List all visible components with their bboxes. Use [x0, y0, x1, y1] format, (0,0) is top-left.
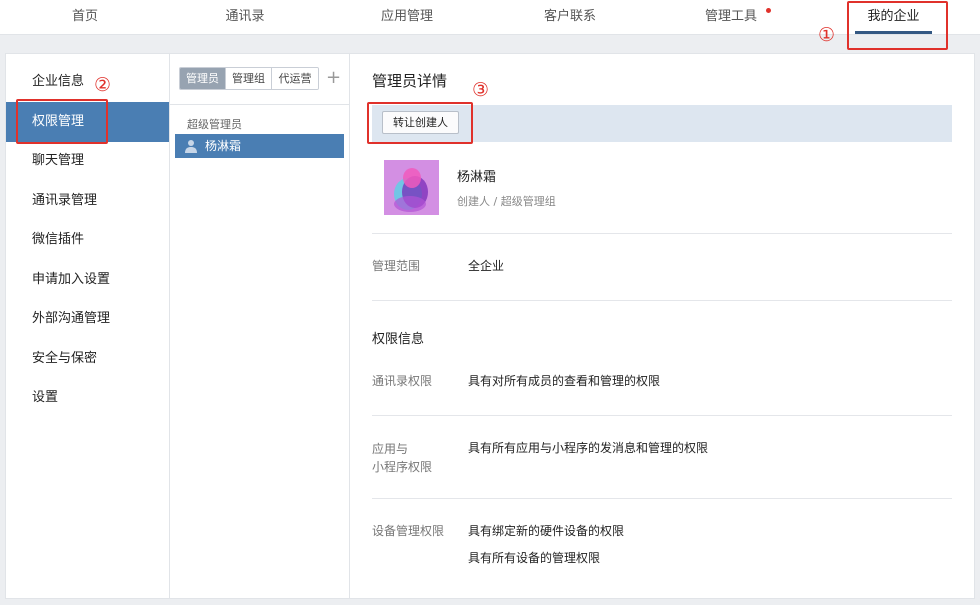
- user-role: 创建人 / 超级管理组: [457, 195, 556, 208]
- user-name: 杨淋霜: [457, 170, 497, 185]
- menu-item-chat-management[interactable]: 聊天管理: [6, 141, 169, 181]
- annotation-number-1: ①: [818, 24, 836, 46]
- permission-label-contacts: 通讯录权限: [372, 374, 433, 388]
- divider: [372, 498, 952, 499]
- admin-name: 杨淋霜: [205, 139, 242, 153]
- scope-value: 全企业: [468, 259, 505, 273]
- permission-label-devices: 设备管理权限: [372, 524, 445, 538]
- menu-item-permission-management[interactable]: 权限管理: [6, 102, 169, 142]
- menu-item-enterprise-info[interactable]: 企业信息: [6, 62, 169, 102]
- permission-value-contacts: 具有对所有成员的查看和管理的权限: [468, 374, 661, 388]
- nav-management-tools-label: 管理工具: [704, 9, 757, 24]
- permission-value-apps: 具有所有应用与小程序的发消息和管理的权限: [468, 441, 709, 455]
- permissions-title: 权限信息: [372, 332, 425, 347]
- divider: [372, 233, 952, 234]
- admin-detail-panel: 管理员详情 转让创建人 杨淋霜 创建人 / 超级管理组 管理范围 全企业 权限信…: [350, 54, 974, 598]
- add-icon[interactable]: +: [326, 67, 341, 88]
- permission-value-devices-bind: 具有绑定新的硬件设备的权限: [468, 524, 625, 538]
- divider: [372, 415, 952, 416]
- divider: [170, 104, 349, 105]
- avatar: [384, 160, 439, 215]
- divider: [372, 300, 952, 301]
- group-label-super-admin: 超级管理员: [187, 118, 242, 131]
- permission-label-apps-line1: 应用与: [372, 442, 409, 456]
- permission-label-apps-line2: 小程序权限: [372, 460, 433, 474]
- permission-value-devices-manage: 具有所有设备的管理权限: [468, 551, 601, 565]
- admin-tabs: 管理员 管理组 代运营: [179, 67, 319, 90]
- nav-customer-contact[interactable]: 客户联系: [535, 0, 605, 35]
- page-title: 管理员详情: [372, 72, 448, 90]
- nav-home[interactable]: 首页: [55, 0, 115, 35]
- main-card: 企业信息 权限管理 聊天管理 通讯录管理 微信插件 申请加入设置 外部沟通管理 …: [5, 53, 975, 599]
- transfer-creator-button[interactable]: 转让创建人: [382, 111, 459, 134]
- nav-active-underline: [855, 31, 932, 34]
- annotation-number-2: ②: [94, 74, 112, 96]
- menu-item-wechat-plugin[interactable]: 微信插件: [6, 220, 169, 260]
- annotation-number-3: ③: [472, 79, 490, 101]
- notification-dot-icon: [766, 8, 771, 13]
- person-icon: [185, 140, 197, 153]
- list-item-admin[interactable]: 杨淋霜: [175, 134, 344, 158]
- scope-label: 管理范围: [372, 259, 421, 273]
- detail-toolbar: 转让创建人: [372, 105, 952, 142]
- menu-item-contacts-management[interactable]: 通讯录管理: [6, 181, 169, 221]
- menu-item-join-settings[interactable]: 申请加入设置: [6, 260, 169, 300]
- nav-contacts[interactable]: 通讯录: [213, 0, 277, 35]
- menu-item-external-communication[interactable]: 外部沟通管理: [6, 299, 169, 339]
- menu-item-security[interactable]: 安全与保密: [6, 339, 169, 379]
- nav-my-enterprise[interactable]: 我的企业: [857, 0, 930, 35]
- tab-admin-groups[interactable]: 管理组: [226, 68, 272, 89]
- avatar-image-icon: [384, 160, 439, 215]
- tab-admins[interactable]: 管理员: [180, 68, 226, 89]
- tab-operators[interactable]: 代运营: [272, 68, 318, 89]
- menu-item-settings[interactable]: 设置: [6, 378, 169, 418]
- admin-list-panel: 管理员 管理组 代运营 + 超级管理员 杨淋霜: [170, 54, 350, 598]
- nav-app-management[interactable]: 应用管理: [372, 0, 442, 35]
- left-menu: 企业信息 权限管理 聊天管理 通讯录管理 微信插件 申请加入设置 外部沟通管理 …: [6, 54, 170, 598]
- nav-management-tools[interactable]: 管理工具: [698, 0, 771, 35]
